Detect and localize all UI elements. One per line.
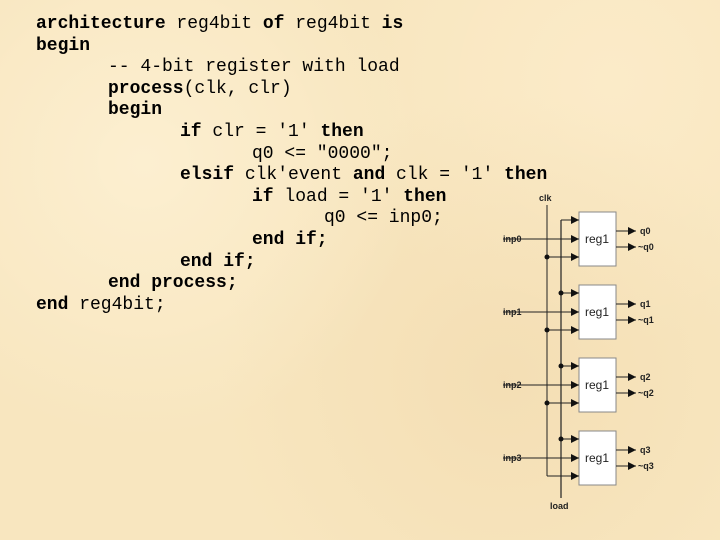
- junction-dot: [544, 327, 550, 333]
- arrow-icon: [628, 373, 636, 381]
- clk-label: clk: [539, 193, 553, 203]
- input-label: inp2: [503, 380, 522, 390]
- qbar-label: ~q3: [638, 461, 654, 471]
- arrow-icon: [571, 235, 579, 243]
- arrow-icon: [628, 462, 636, 470]
- q-label: q3: [640, 445, 651, 455]
- arrow-icon: [628, 243, 636, 251]
- qbar-label: ~q0: [638, 242, 654, 252]
- arrow-icon: [571, 381, 579, 389]
- arrow-icon: [571, 435, 579, 443]
- junction-dot: [558, 290, 564, 296]
- arrow-icon: [571, 308, 579, 316]
- arrow-icon: [571, 253, 579, 261]
- arrow-icon: [571, 362, 579, 370]
- junction-dot: [544, 254, 550, 260]
- arrow-icon: [571, 454, 579, 462]
- arrow-icon: [628, 300, 636, 308]
- arrow-icon: [571, 472, 579, 480]
- input-label: inp0: [503, 234, 522, 244]
- arrow-icon: [628, 389, 636, 397]
- register-name: reg1: [585, 305, 609, 319]
- junction-dot: [558, 436, 564, 442]
- arrow-icon: [571, 399, 579, 407]
- arrow-icon: [628, 316, 636, 324]
- register-name: reg1: [585, 232, 609, 246]
- input-label: inp1: [503, 307, 522, 317]
- qbar-label: ~q1: [638, 315, 654, 325]
- arrow-icon: [571, 289, 579, 297]
- junction-dot: [544, 400, 550, 406]
- q-label: q1: [640, 299, 651, 309]
- qbar-label: ~q2: [638, 388, 654, 398]
- load-label: load: [550, 501, 569, 511]
- q-label: q0: [640, 226, 651, 236]
- arrow-icon: [628, 446, 636, 454]
- junction-dot: [558, 363, 564, 369]
- input-label: inp3: [503, 453, 522, 463]
- register-diagram: clk load reg1 inp0 q0 ~q0 reg1 inp1 q1 ~q1 reg1 inp…: [503, 193, 654, 511]
- register-name: reg1: [585, 451, 609, 465]
- arrow-icon: [628, 227, 636, 235]
- register-name: reg1: [585, 378, 609, 392]
- arrow-icon: [571, 326, 579, 334]
- arrow-icon: [571, 216, 579, 224]
- q-label: q2: [640, 372, 651, 382]
